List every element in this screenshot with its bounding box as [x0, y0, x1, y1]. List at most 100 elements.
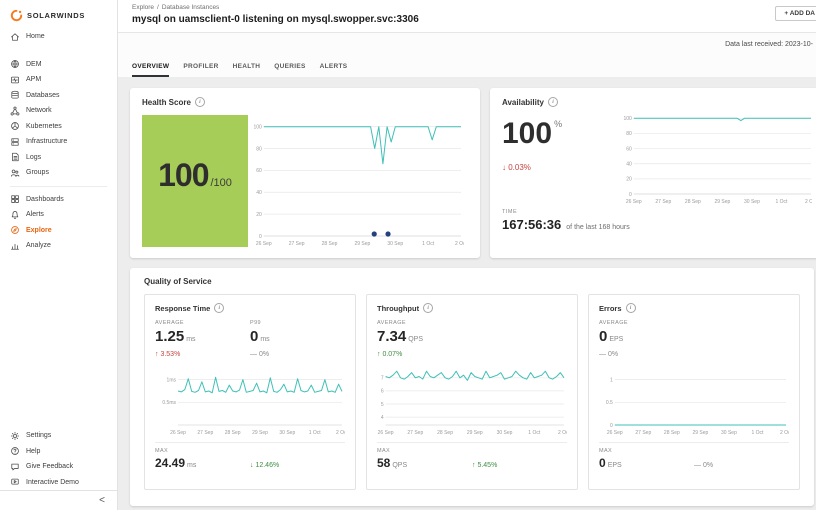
- sidebar-item-infrastructure[interactable]: Infrastructure: [0, 134, 117, 150]
- apm-pulse-icon: [10, 75, 20, 85]
- availability-unit: %: [554, 119, 562, 129]
- sidebar-item-label: Kubernetes: [26, 123, 62, 130]
- p99-label: P99: [250, 320, 345, 326]
- sidebar-item-logs[interactable]: Logs: [0, 150, 117, 166]
- sidebar-item-explore[interactable]: Explore: [0, 223, 117, 239]
- qos-title: Quality of Service: [144, 277, 800, 286]
- health-score-chart: 10080604020026 Sep27 Sep28 Sep29 Sep30 S…: [248, 115, 464, 247]
- response-time-title: Response Time: [155, 304, 210, 313]
- sidebar-item-label: Groups: [26, 169, 49, 176]
- database-icon: [10, 90, 20, 100]
- unit-qps: QPS: [392, 462, 407, 469]
- tab-alerts[interactable]: ALERTS: [320, 63, 348, 77]
- sidebar-item-label: Analyze: [26, 242, 51, 249]
- tab-queries[interactable]: QUERIES: [274, 63, 305, 77]
- bar-chart-icon: [10, 241, 20, 251]
- sidebar-item-groups[interactable]: Groups: [0, 165, 117, 181]
- add-database-button[interactable]: + ADD DA: [775, 6, 816, 21]
- availability-value-row: 100%: [502, 119, 618, 149]
- sidebar-collapse-button[interactable]: <: [0, 490, 117, 510]
- svg-text:20: 20: [626, 177, 632, 183]
- info-icon[interactable]: i: [214, 303, 224, 313]
- throughput-max: 58QPS: [377, 456, 472, 470]
- info-icon[interactable]: i: [423, 303, 433, 313]
- sidebar-item-label: Alerts: [26, 211, 44, 218]
- svg-text:27 Sep: 27 Sep: [197, 430, 213, 436]
- breadcrumb-database-instances[interactable]: Database Instances: [162, 4, 219, 11]
- unit-ms: ms: [187, 462, 196, 469]
- health-score-value: 100: [158, 159, 208, 191]
- sidebar-item-give-feedback[interactable]: Give Feedback: [0, 459, 117, 475]
- svg-text:28 Sep: 28 Sep: [225, 430, 241, 436]
- health-score-value-block: 100 /100: [142, 115, 248, 247]
- svg-text:1 Oct: 1 Oct: [309, 430, 322, 436]
- svg-text:0.5ms: 0.5ms: [162, 400, 176, 406]
- svg-text:5: 5: [381, 402, 384, 408]
- availability-chart: 10080604020026 Sep27 Sep28 Sep29 Sep30 S…: [618, 109, 812, 205]
- sidebar-item-label: Home: [26, 33, 45, 40]
- unit-eps: EPS: [608, 462, 622, 469]
- sidebar-item-databases[interactable]: Databases: [0, 88, 117, 104]
- svg-text:28 Sep: 28 Sep: [437, 430, 453, 436]
- throughput-panel: Throughput i AVERAGE 7.34QPS ↑ 0.07% 765…: [366, 294, 578, 490]
- tab-overview[interactable]: OVERVIEW: [132, 63, 169, 77]
- info-icon[interactable]: i: [626, 303, 636, 313]
- breadcrumb-separator: /: [157, 4, 159, 11]
- kubernetes-icon: [10, 121, 20, 131]
- svg-text:1 Oct: 1 Oct: [775, 199, 788, 205]
- svg-text:7: 7: [381, 376, 384, 382]
- svg-text:80: 80: [256, 146, 262, 152]
- breadcrumb: Explore / Database Instances: [132, 4, 816, 11]
- response-time-p99-delta: — 0%: [250, 351, 345, 358]
- svg-text:29 Sep: 29 Sep: [692, 430, 708, 436]
- app-window: SOLARWINDS Home DEM APM Databases Networ…: [0, 0, 816, 510]
- throughput-title: Throughput: [377, 304, 419, 313]
- sidebar-item-home[interactable]: Home: [0, 29, 117, 45]
- solarwinds-logo[interactable]: SOLARWINDS: [0, 0, 117, 29]
- sidebar-item-label: Give Feedback: [26, 463, 73, 470]
- quality-of-service-card: Quality of Service Response Time i AVERA…: [130, 268, 814, 506]
- sidebar-item-label: Help: [26, 448, 40, 455]
- average-label: AVERAGE: [377, 320, 472, 326]
- sidebar-item-settings[interactable]: Settings: [0, 428, 117, 444]
- svg-text:0: 0: [259, 234, 262, 240]
- health-score-card: Health Score i 100 /100 10080604020026 S…: [130, 88, 480, 258]
- svg-text:1 Oct: 1 Oct: [422, 241, 435, 247]
- svg-text:29 Sep: 29 Sep: [714, 199, 730, 205]
- availability-card: Availability i 100% ↓ 0.03% 100806040200…: [490, 88, 816, 258]
- sidebar-item-help[interactable]: Help: [0, 444, 117, 460]
- svg-text:80: 80: [626, 131, 632, 137]
- sidebar-item-label: Explore: [26, 227, 52, 234]
- server-icon: [10, 137, 20, 147]
- sidebar-item-interactive-demo[interactable]: Interactive Demo: [0, 475, 117, 491]
- errors-panel: Errors i AVERAGE 0EPS — 0% 10.5026 Sep27: [588, 294, 800, 490]
- svg-text:26 Sep: 26 Sep: [256, 241, 272, 247]
- sidebar-item-label: Infrastructure: [26, 138, 67, 145]
- sidebar-item-dem[interactable]: DEM: [0, 57, 117, 73]
- sidebar-item-analyze[interactable]: Analyze: [0, 238, 117, 254]
- sidebar-item-network[interactable]: Network: [0, 103, 117, 119]
- sidebar-item-label: Dashboards: [26, 196, 64, 203]
- max-label: MAX: [155, 448, 345, 454]
- sidebar-item-label: Databases: [26, 92, 59, 99]
- breadcrumb-explore[interactable]: Explore: [132, 4, 154, 11]
- sidebar-item-dashboards[interactable]: Dashboards: [0, 192, 117, 208]
- sidebar-item-apm[interactable]: APM: [0, 72, 117, 88]
- throughput-avg-delta: ↑ 0.07%: [377, 351, 472, 358]
- sidebar-item-alerts[interactable]: Alerts: [0, 207, 117, 223]
- info-icon[interactable]: i: [195, 97, 205, 107]
- info-icon[interactable]: i: [548, 97, 558, 107]
- sidebar-item-kubernetes[interactable]: Kubernetes: [0, 119, 117, 135]
- svg-text:29 Sep: 29 Sep: [252, 430, 268, 436]
- svg-text:2 Oct: 2 Oct: [780, 430, 789, 436]
- solarwinds-logo-icon: [10, 9, 23, 22]
- compass-icon: [10, 225, 20, 235]
- tab-health[interactable]: HEALTH: [233, 63, 261, 77]
- svg-text:1 Oct: 1 Oct: [751, 430, 764, 436]
- sidebar: SOLARWINDS Home DEM APM Databases Networ…: [0, 0, 118, 510]
- tab-profiler[interactable]: PROFILER: [183, 63, 218, 77]
- demo-play-icon: [10, 477, 20, 487]
- uptime-caption: of the last 168 hours: [566, 224, 629, 231]
- errors-average: 0EPS: [599, 328, 694, 345]
- errors-max-delta: — 0%: [694, 462, 789, 469]
